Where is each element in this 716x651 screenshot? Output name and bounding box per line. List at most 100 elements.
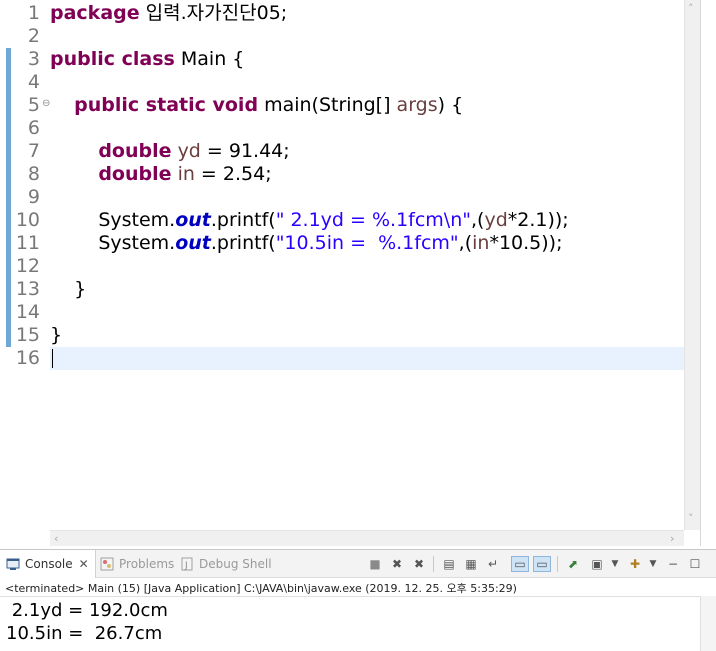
console-icon xyxy=(6,557,20,571)
line-number: 15 xyxy=(15,324,40,346)
line-number-gutter: 1 2 3 4 5 6 7 8 9 10 11 12 13 14 15 16 ⊖ xyxy=(14,0,51,530)
line-number: 7 xyxy=(27,140,40,162)
line-number: 5 xyxy=(27,94,40,116)
console-view: Console ✕ Problems J Debug Shell ■ ✖ ✖ ▤… xyxy=(0,549,716,651)
editor-vertical-scrollbar[interactable]: ˄ ˅ xyxy=(684,0,700,530)
console-vertical-scrollbar[interactable] xyxy=(700,596,716,651)
terminate-icon[interactable]: ■ xyxy=(366,556,384,572)
console-output[interactable]: 2.1yd = 192.0cm 10.5in = 26.7cm xyxy=(0,596,700,651)
variable-name: yd xyxy=(484,209,508,231)
word-wrap-icon[interactable]: ↵ xyxy=(484,556,502,572)
variable-name: in xyxy=(472,232,490,254)
change-ruler-mark xyxy=(5,71,11,94)
scroll-left-arrow-icon[interactable]: ‹ xyxy=(54,532,58,545)
assignment: = 91.44; xyxy=(200,140,290,162)
text-caret xyxy=(52,349,53,368)
code-line-15: } xyxy=(50,324,62,347)
line-number: 1 xyxy=(27,2,40,24)
keyword: double xyxy=(98,163,172,185)
svg-text:J: J xyxy=(184,561,188,571)
pin-console-icon[interactable]: ⬈ xyxy=(564,556,582,572)
line-number: 9 xyxy=(27,186,40,208)
line-number: 2 xyxy=(27,25,40,47)
chevron-down-icon[interactable]: ▼ xyxy=(606,556,624,572)
chevron-down-icon[interactable]: ▼ xyxy=(644,556,662,572)
line-number: 16 xyxy=(15,347,40,369)
current-line-highlight[interactable] xyxy=(50,347,684,370)
maximize-icon[interactable]: ☐ xyxy=(686,556,704,572)
code-line-5: public static void main(String[] args) { xyxy=(50,94,463,117)
method-signature-end: ) { xyxy=(437,94,464,116)
line-number: 12 xyxy=(15,255,40,277)
show-on-stdout-icon[interactable]: ▭ xyxy=(511,556,529,572)
code-area[interactable]: package 입력.자가진단05; public class Main { p… xyxy=(50,0,684,530)
code-line-7: double yd = 91.44; xyxy=(50,140,290,163)
minimize-icon[interactable]: − xyxy=(664,556,682,572)
tab-label: Console xyxy=(25,557,73,571)
string-literal: " 2.1yd = %.1fcm\n" xyxy=(275,209,471,231)
remove-launch-icon[interactable]: ✖ xyxy=(388,556,406,572)
clear-console-icon[interactable]: ▤ xyxy=(440,556,458,572)
view-tab-bar: Console ✕ Problems J Debug Shell ■ ✖ ✖ ▤… xyxy=(0,550,716,578)
open-console-icon[interactable]: ✚ xyxy=(626,556,644,572)
output-line: 2.1yd = 192.0cm xyxy=(6,600,168,621)
line-number: 13 xyxy=(15,278,40,300)
change-ruler-mark xyxy=(5,232,11,255)
toolbar-separator xyxy=(433,556,434,572)
debug-shell-icon: J xyxy=(180,557,194,571)
variable-name: in xyxy=(177,163,195,185)
scroll-right-arrow-icon[interactable]: › xyxy=(670,532,674,545)
problems-icon xyxy=(100,557,114,571)
display-selected-console-icon[interactable]: ▣ xyxy=(588,556,606,572)
code-line-10: System.out.printf(" 2.1yd = %.1fcm\n",(y… xyxy=(98,209,569,231)
change-ruler-mark xyxy=(5,94,11,117)
tab-console[interactable]: Console ✕ xyxy=(0,550,96,578)
show-on-stderr-icon[interactable]: ▭ xyxy=(533,556,551,572)
method-signature: main(String[] xyxy=(258,94,397,116)
tab-debug-shell[interactable]: J Debug Shell xyxy=(180,550,280,578)
output-line: 10.5in = 26.7cm xyxy=(6,623,163,644)
close-icon[interactable]: ✕ xyxy=(79,557,89,571)
line-number: 4 xyxy=(27,71,40,93)
line-number: 3 xyxy=(27,48,40,70)
keyword: double xyxy=(98,140,172,162)
change-ruler-mark xyxy=(5,117,11,140)
tab-label: Debug Shell xyxy=(199,557,272,571)
keyword: package xyxy=(50,2,140,24)
remove-all-terminated-icon[interactable]: ✖ xyxy=(410,556,428,572)
code-line-1: package 입력.자가진단05; xyxy=(50,2,287,25)
change-ruler xyxy=(3,0,13,546)
closing-brace: } xyxy=(74,278,87,300)
class-name: Main { xyxy=(174,48,245,70)
scroll-lock-icon[interactable]: ▦ xyxy=(462,556,480,572)
code-line-13: } xyxy=(50,278,86,301)
code-line-8: double in = 2.54; xyxy=(50,163,271,186)
variable-name: yd xyxy=(177,140,201,162)
change-ruler-mark xyxy=(5,255,11,278)
package-name: 입력.자가진단05; xyxy=(139,2,288,24)
change-ruler-mark xyxy=(5,278,11,301)
change-ruler-mark xyxy=(5,324,11,347)
change-ruler-mark xyxy=(5,186,11,209)
editor-horizontal-scrollbar[interactable]: ‹ › xyxy=(50,530,684,546)
static-field: out xyxy=(175,232,211,254)
code-editor[interactable]: 1 2 3 4 5 6 7 8 9 10 11 12 13 14 15 16 ⊖ package 입력.자가진단… xyxy=(0,0,716,546)
parameter-name: args xyxy=(396,94,438,116)
keyword: public class xyxy=(50,48,175,70)
change-ruler-mark xyxy=(5,140,11,163)
keyword: public static void xyxy=(74,94,259,116)
tab-problems[interactable]: Problems xyxy=(100,550,180,578)
line-number: 14 xyxy=(15,301,40,323)
code-line-3: public class Main { xyxy=(50,48,244,71)
change-ruler-mark xyxy=(5,301,11,324)
static-field: out xyxy=(175,209,211,231)
line-number: 6 xyxy=(27,117,40,139)
line-number: 11 xyxy=(15,232,40,254)
console-status-line: <terminated> Main (15) [Java Application… xyxy=(5,582,517,595)
line-number: 8 xyxy=(27,163,40,185)
code-line-11: System.out.printf("10.5in = %.1fcm",(in*… xyxy=(98,232,563,254)
string-literal: "10.5in = %.1fcm" xyxy=(275,232,459,254)
change-ruler-mark xyxy=(5,209,11,232)
scroll-up-arrow-icon[interactable]: ˄ xyxy=(688,2,694,15)
scroll-down-arrow-icon[interactable]: ˅ xyxy=(688,512,694,525)
